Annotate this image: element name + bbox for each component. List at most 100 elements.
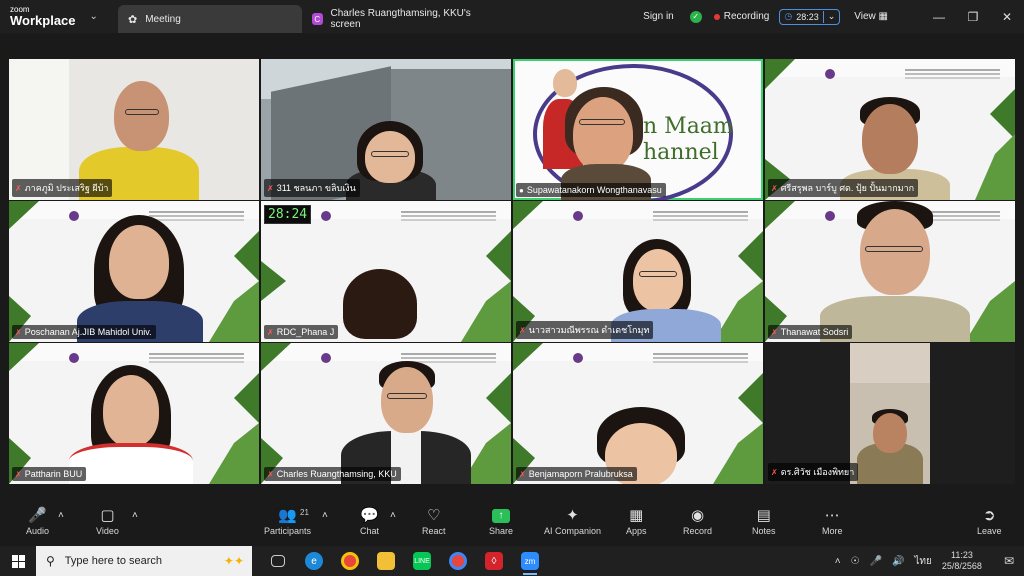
more-icon: ⋯ <box>824 507 840 524</box>
taskbar-chrome-2[interactable] <box>440 546 476 576</box>
participant-name: ✗ 311 ชลนภา ขลิบเงิน <box>264 179 360 197</box>
mic-muted-icon: ✗ <box>519 469 526 479</box>
participant-name: ✗ ดร.ศิวัช เมืองพิทยา <box>768 463 859 481</box>
title-bar: zoom Workplace ⌄ ✿ Meeting C Charles Rua… <box>0 0 1024 33</box>
meeting-controls: 🎤 Audio ˄ ▢ Video ˄ 👥 Participants 21 ˄ … <box>0 500 1024 544</box>
mic-muted-icon: ✗ <box>519 325 526 335</box>
countdown-timer: 28:24 <box>264 205 312 224</box>
participant-name: ✗ Thanawat Sodsri <box>768 325 853 339</box>
taskbar-file-explorer[interactable] <box>368 546 404 576</box>
record-icon: ◉ <box>690 507 705 524</box>
video-tile[interactable]: ✗ Charles Ruangthamsing, KKU <box>261 343 511 484</box>
windows-logo-icon <box>11 554 25 568</box>
video-tile-active-speaker[interactable]: n Maam hannel ● Supawatanakorn Wongthanav… <box>513 59 763 200</box>
mic-muted-icon: ✗ <box>15 469 22 479</box>
mic-muted-icon: ✗ <box>771 327 778 337</box>
video-tile[interactable]: ✗ ดร.ศิวัช เมืองพิทยา <box>765 343 1015 484</box>
video-tile[interactable]: ✗ Poschanan Aj.JIB Mahidol Univ. <box>9 201 259 342</box>
mic-muted-icon: 🎤 <box>28 507 47 524</box>
clock-icon: ◷ <box>784 11 793 21</box>
mic-muted-icon: ✗ <box>267 327 274 337</box>
heart-icon: ♡ <box>427 507 441 524</box>
taskbar-chrome[interactable] <box>332 546 368 576</box>
tray-chevron-up-icon[interactable]: ˄ <box>835 556 841 567</box>
apps-icon: ▦ <box>629 507 644 524</box>
audio-options-chevron[interactable]: ˄ <box>58 506 64 526</box>
input-language[interactable]: ไทย <box>914 554 931 569</box>
tab-meeting-label: Meeting <box>145 13 181 25</box>
search-placeholder: Type here to search <box>64 555 163 567</box>
view-button[interactable]: View ▦ <box>854 11 888 22</box>
brand-name: Workplace <box>10 13 76 28</box>
ai-companion-button[interactable]: ✦ AI Companion <box>544 506 601 536</box>
system-clock[interactable]: 11:23 25/8/2568 <box>942 550 992 572</box>
more-button[interactable]: ⋯ More <box>822 506 843 536</box>
tab-shared-screen[interactable]: C Charles Ruangthamsing, KKU's screen <box>302 5 492 33</box>
search-icon: ⚲ <box>46 554 55 568</box>
share-button[interactable]: ↑ Share <box>489 506 513 536</box>
apps-button[interactable]: ▦ Apps <box>626 506 647 536</box>
folder-icon <box>377 552 395 570</box>
participant-name: ✗ Charles Ruangthamsing, KKU <box>264 467 401 481</box>
tab-meeting[interactable]: ✿ Meeting <box>118 5 302 33</box>
mic-icon[interactable]: 🎤 <box>870 556 882 567</box>
chevron-down-icon[interactable]: ⌄ <box>90 11 98 22</box>
leave-button[interactable]: ➲ Leave <box>977 506 1002 536</box>
zoom-icon: zm <box>521 552 539 570</box>
video-button[interactable]: ▢ Video <box>96 506 119 536</box>
video-tile[interactable]: ✗ ภาคภูมิ ประเสริฐ ผีบ้า <box>9 59 259 200</box>
video-tile[interactable]: ✗ นาวสาวมณีพรรณ ดำเดชโกมุท <box>513 201 763 342</box>
taskbar-line[interactable]: LINE <box>404 546 440 576</box>
start-button[interactable] <box>0 546 36 576</box>
audio-button[interactable]: 🎤 Audio <box>26 506 49 536</box>
pdf-icon: ◊ <box>485 552 503 570</box>
record-button[interactable]: ◉ Record <box>683 506 712 536</box>
video-camera-icon: ▢ <box>100 507 115 524</box>
restore-icon[interactable]: ❐ <box>956 10 990 24</box>
video-tile[interactable]: 28:24 ✗ RDC_Phana J <box>261 201 511 342</box>
edge-icon: e <box>305 552 323 570</box>
video-tile[interactable]: ✗ 311 ชลนภา ขลิบเงิน <box>261 59 511 200</box>
task-view-button[interactable] <box>260 546 296 576</box>
minimize-icon[interactable]: — <box>922 10 956 24</box>
close-icon[interactable]: ✕ <box>990 10 1024 24</box>
notes-button[interactable]: ▤ Notes <box>752 506 776 536</box>
participant-name: ✗ ภาคภูมิ ประเสริฐ ผีบ้า <box>12 179 113 197</box>
taskbar-edge[interactable]: e <box>296 546 332 576</box>
participants-options-chevron[interactable]: ˄ <box>322 506 328 526</box>
video-tile[interactable]: ✗ Benjamaporn Pralubruksa <box>513 343 763 484</box>
taskbar-acrobat[interactable]: ◊ <box>476 546 512 576</box>
meeting-icon: ✿ <box>128 13 138 26</box>
participant-name: ● Supawatanakorn Wongthanavasu <box>516 183 666 197</box>
participant-name: ✗ Pattharin BUU <box>12 467 87 481</box>
taskbar-search[interactable]: ⚲ Type here to search ✦✦ <box>36 546 252 576</box>
recording-dot-icon <box>713 13 720 20</box>
network-icon[interactable]: ☉ <box>851 556 860 567</box>
video-grid: ✗ ภาคภูมิ ประเสริฐ ผีบ้า ✗ 311 ชลนภา ขลิบเ… <box>9 59 1015 484</box>
sparkle-icon: ✦ <box>566 507 579 524</box>
video-options-chevron[interactable]: ˄ <box>132 506 138 526</box>
recording-status[interactable]: Recording <box>724 11 770 22</box>
chevron-down-icon[interactable]: ⌄ <box>828 11 836 22</box>
participant-name: ✗ RDC_Phana J <box>264 325 339 339</box>
participant-count: 21 <box>300 508 309 517</box>
chat-options-chevron[interactable]: ˄ <box>390 506 396 526</box>
chat-button[interactable]: 💬 Chat <box>360 506 379 536</box>
taskbar-zoom[interactable]: zm <box>512 546 548 576</box>
shield-check-icon[interactable]: ✓ <box>689 10 702 23</box>
line-icon: LINE <box>413 552 431 570</box>
notifications-icon[interactable]: ✉ <box>1004 554 1014 568</box>
share-screen-icon: ↑ <box>492 509 511 523</box>
video-tile[interactable]: ✗ Thanawat Sodsri <box>765 201 1015 342</box>
timer-value: 28:23 <box>796 11 819 22</box>
sign-in-link[interactable]: Sign in <box>643 11 674 22</box>
grid-icon: ▦ <box>878 11 888 22</box>
app-brand[interactable]: zoom Workplace ⌄ <box>0 0 118 33</box>
meeting-timer[interactable]: ◷ 28:23 ⌄ <box>779 8 841 25</box>
volume-icon[interactable]: 🔊 <box>892 556 904 567</box>
react-button[interactable]: ♡ React <box>422 506 446 536</box>
task-view-icon <box>271 555 285 567</box>
video-tile[interactable]: ✗ Pattharin BUU <box>9 343 259 484</box>
video-tile[interactable]: ✗ ศรีสรุพล บาร์บู ศด. ปุ้ย ปั้นมากมาก <box>765 59 1015 200</box>
mic-muted-icon: ✗ <box>15 327 22 337</box>
